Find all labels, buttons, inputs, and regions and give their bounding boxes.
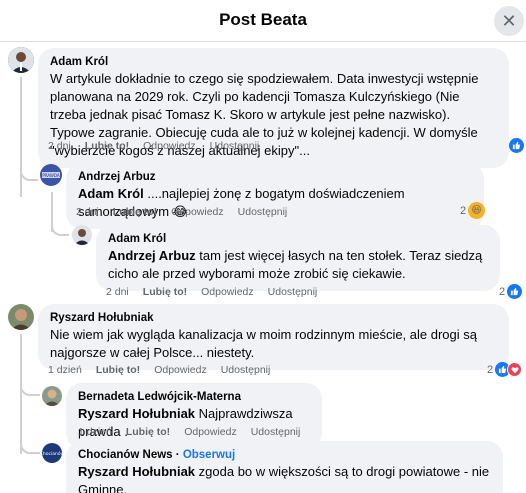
comment-author[interactable]: Adam Król bbox=[108, 232, 488, 246]
svg-text:PRAWDA: PRAWDA bbox=[42, 173, 60, 178]
reaction-count: 2 bbox=[460, 204, 467, 217]
reply-button[interactable]: Odpowiedz bbox=[184, 426, 237, 438]
share-button[interactable]: Udostępnij bbox=[238, 206, 288, 218]
avatar[interactable]: PRAWDA bbox=[40, 164, 62, 186]
reply-button[interactable]: Odpowiedz bbox=[171, 206, 224, 218]
like-button[interactable]: Lubię to! bbox=[126, 426, 170, 438]
comment-time[interactable]: 2 dni bbox=[48, 140, 71, 152]
comment-author[interactable]: Ryszard Hołubniak bbox=[50, 311, 497, 325]
thread-connector bbox=[20, 378, 40, 396]
comment-author[interactable]: Bernadeta Ledwójcik-Materna bbox=[78, 390, 310, 404]
page-title: Post Beata bbox=[219, 10, 307, 29]
comment-time[interactable]: 1 dzień bbox=[48, 364, 82, 376]
reaction-summary[interactable]: 2 😆 bbox=[460, 202, 486, 219]
reaction-summary[interactable]: 2 bbox=[487, 362, 523, 377]
comment-actions: 1 dzień Lubię to! Odpowiedz Udostępnij bbox=[48, 364, 284, 376]
comment-author[interactable]: Adam Król bbox=[50, 55, 497, 69]
comment-text: Nie wiem jak wygląda kanalizacja w moim … bbox=[50, 327, 477, 360]
dialog-header: Post Beata ✕ bbox=[0, 0, 526, 42]
reaction-count: 2 bbox=[487, 363, 494, 376]
comment-time[interactable]: 2 dni bbox=[76, 206, 99, 218]
like-button[interactable]: Lubię to! bbox=[96, 364, 140, 376]
like-button[interactable]: Lubię to! bbox=[143, 286, 187, 298]
scrollbar[interactable] bbox=[520, 44, 526, 484]
share-button[interactable]: Udostępnij bbox=[210, 140, 260, 152]
close-icon: ✕ bbox=[501, 10, 517, 31]
mention-link[interactable]: Andrzej Arbuz bbox=[108, 248, 196, 263]
share-button[interactable]: Udostępnij bbox=[221, 364, 271, 376]
like-button[interactable]: Lubię to! bbox=[113, 206, 157, 218]
avatar[interactable] bbox=[72, 225, 92, 245]
reply-button[interactable]: Odpowiedz bbox=[201, 286, 254, 298]
comment-actions: 2 dni Lubię to! Odpowiedz Udostępnij bbox=[106, 286, 331, 298]
thread-connector bbox=[20, 436, 40, 454]
comment-bubble: Andrzej Arbuz Adam Król ....najlepiej żo… bbox=[66, 163, 484, 229]
avatar[interactable] bbox=[8, 47, 34, 73]
comment-text: Andrzej Arbuz tam jest więcej łasych na … bbox=[108, 247, 488, 283]
comment-bubble: Bernadeta Ledwójcik-Materna Ryszard Hołu… bbox=[66, 383, 322, 449]
comment-actions: 2 dni Lubię to! Odpowiedz Udostępnij bbox=[48, 140, 273, 152]
comment-actions: 2 dni Lubię to! Odpowiedz Udostępnij bbox=[76, 206, 301, 218]
avatar[interactable] bbox=[42, 386, 62, 406]
comment-bubble: Chocianów News · Obserwuj Ryszard Hołubn… bbox=[66, 441, 503, 493]
comment-author: Chocianów News · Obserwuj bbox=[78, 449, 236, 461]
svg-text:Chocianów: Chocianów bbox=[42, 450, 62, 457]
reaction-summary[interactable]: 2 bbox=[499, 284, 523, 299]
author-name[interactable]: Chocianów News bbox=[78, 449, 173, 461]
comment-time[interactable]: 1 dzień bbox=[78, 426, 112, 438]
comment-bubble: Ryszard Hołubniak Nie wiem jak wygląda k… bbox=[38, 304, 509, 370]
close-button[interactable]: ✕ bbox=[494, 6, 524, 36]
laugh-reaction-icon: 😆 bbox=[468, 202, 486, 219]
share-button[interactable]: Udostępnij bbox=[268, 286, 318, 298]
comment-bubble: Adam Król Andrzej Arbuz tam jest więcej … bbox=[96, 225, 500, 291]
mention-link[interactable]: Ryszard Hołubniak bbox=[78, 406, 195, 421]
thread-line bbox=[20, 77, 22, 197]
reply-button[interactable]: Odpowiedz bbox=[154, 364, 207, 376]
reply-button[interactable]: Odpowiedz bbox=[143, 140, 196, 152]
thread-connector bbox=[20, 160, 38, 181]
avatar[interactable] bbox=[8, 304, 34, 330]
comment-actions: 1 dzień Lubię to! Odpowiedz Udostępnij bbox=[78, 426, 314, 438]
comment-text: Ryszard Hołubniak zgoda bo w większości … bbox=[78, 463, 491, 493]
mention-link[interactable]: Adam Król bbox=[78, 186, 144, 201]
share-button[interactable]: Udostępnij bbox=[251, 426, 301, 438]
mention-link[interactable]: Ryszard Hołubniak bbox=[78, 464, 195, 479]
avatar[interactable]: Chocianów bbox=[42, 443, 62, 463]
comment-time[interactable]: 2 dni bbox=[106, 286, 129, 298]
reaction-count: 2 bbox=[499, 285, 506, 298]
comment-author[interactable]: Andrzej Arbuz bbox=[78, 170, 472, 184]
like-button[interactable]: Lubię to! bbox=[85, 140, 129, 152]
follow-button[interactable]: Obserwuj bbox=[183, 449, 235, 461]
